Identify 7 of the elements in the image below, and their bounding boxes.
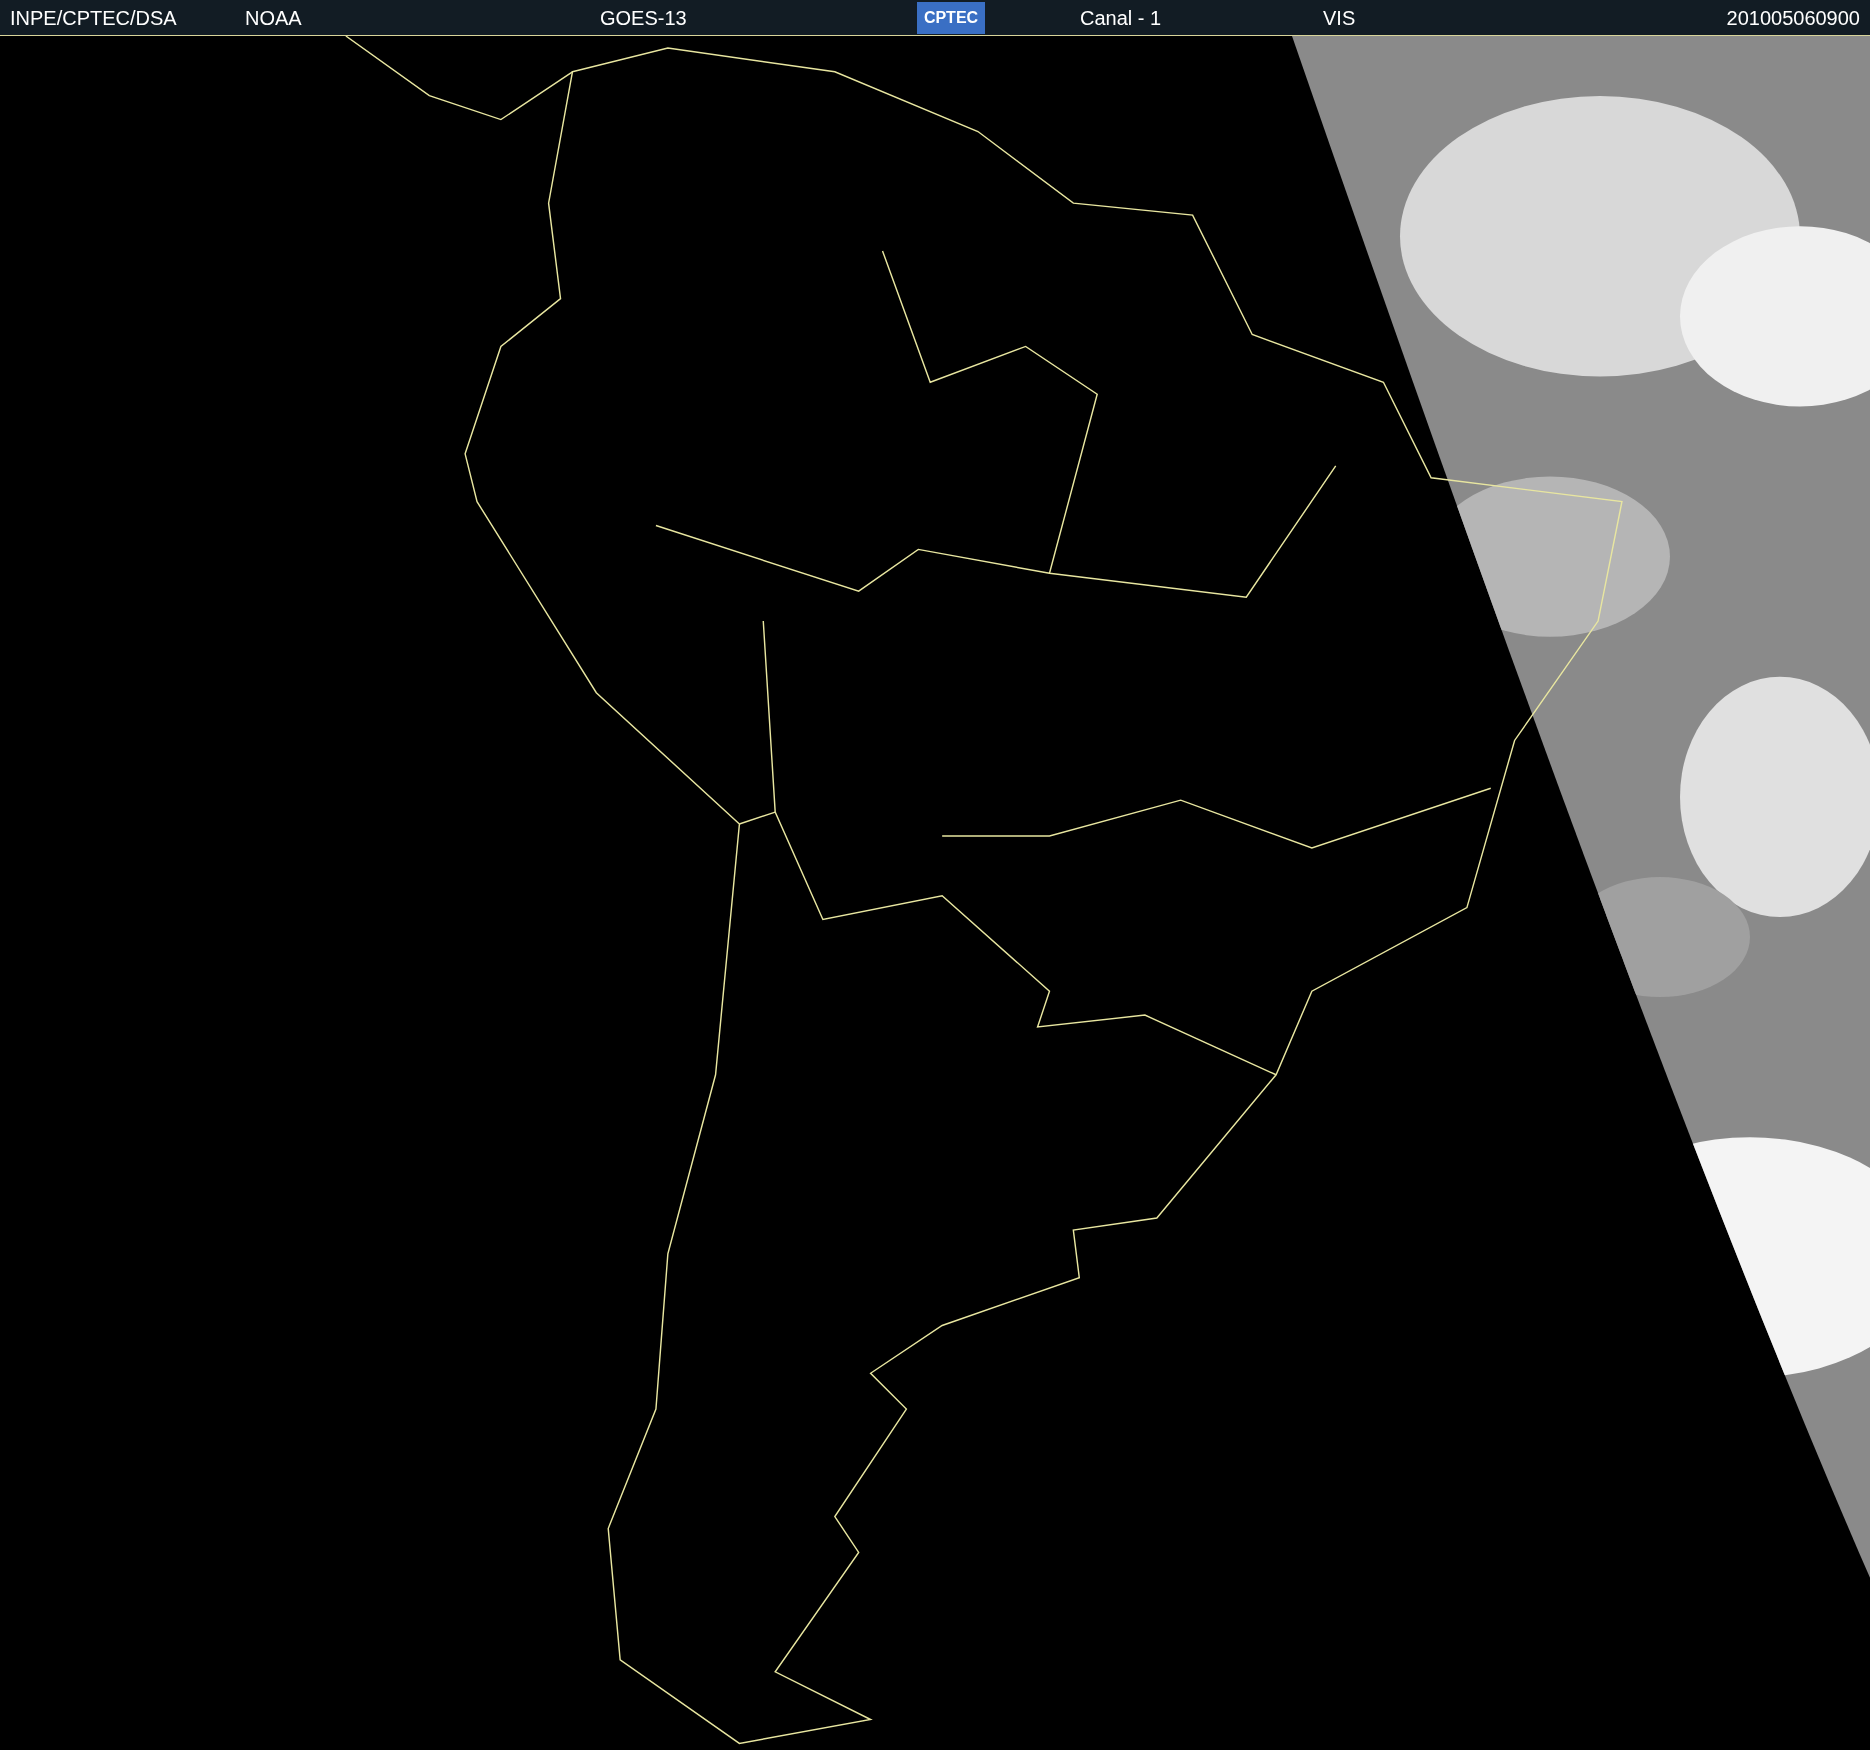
band-label: VIS: [1323, 6, 1356, 29]
institution-label: INPE/CPTEC/DSA: [10, 6, 177, 29]
timestamp-label: 201005060900: [1726, 5, 1860, 31]
satellite-label: GOES-13: [600, 6, 687, 29]
logo: CPTEC: [917, 1, 985, 34]
agency-label: NOAA: [245, 6, 302, 29]
channel-label: Canal - 1: [1080, 6, 1162, 29]
